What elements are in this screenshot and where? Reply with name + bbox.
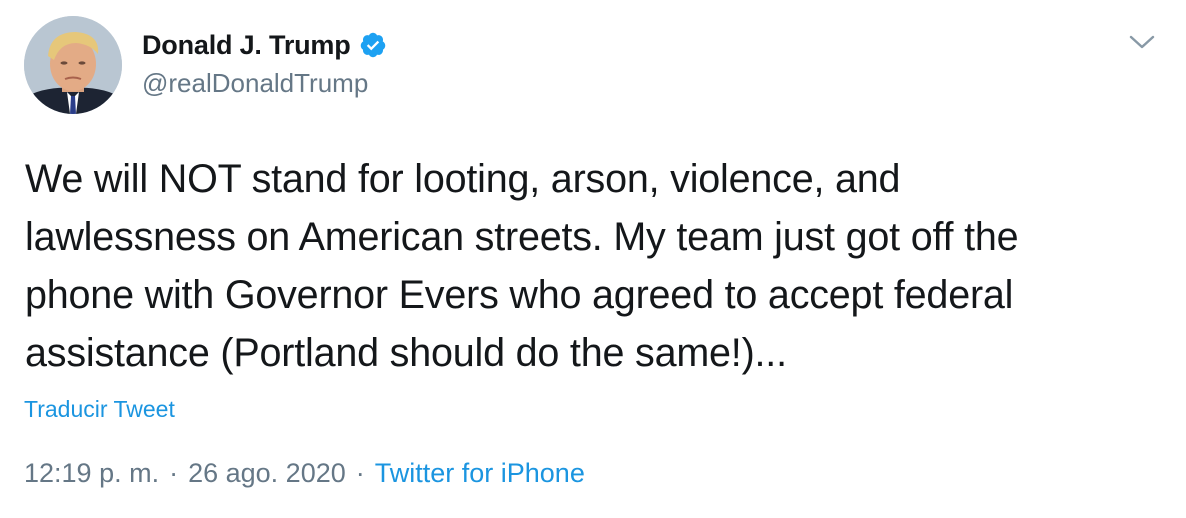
chevron-down-icon[interactable] [1126,26,1158,58]
author-display-name[interactable]: Donald J. Trump [142,30,351,61]
tweet-source-link[interactable]: Twitter for iPhone [375,458,585,489]
avatar[interactable] [24,16,122,114]
author-name-row: Donald J. Trump [142,27,387,63]
meta-separator: · [169,458,179,488]
author-handle[interactable]: @realDonaldTrump [142,68,368,99]
translate-tweet-link[interactable]: Traducir Tweet [24,396,175,423]
verified-badge-icon [359,31,387,59]
tweet-date[interactable]: 26 ago. 2020 [188,458,346,489]
tweet-card: Donald J. Trump @realDonaldTrump We will… [0,0,1186,518]
tweet-text: We will NOT stand for looting, arson, vi… [25,157,1019,375]
tweet-time[interactable]: 12:19 p. m. [24,458,159,489]
meta-separator: · [355,458,365,488]
tweet-meta: 12:19 p. m. · 26 ago. 2020 · Twitter for… [24,458,585,489]
avatar-image [24,16,122,114]
